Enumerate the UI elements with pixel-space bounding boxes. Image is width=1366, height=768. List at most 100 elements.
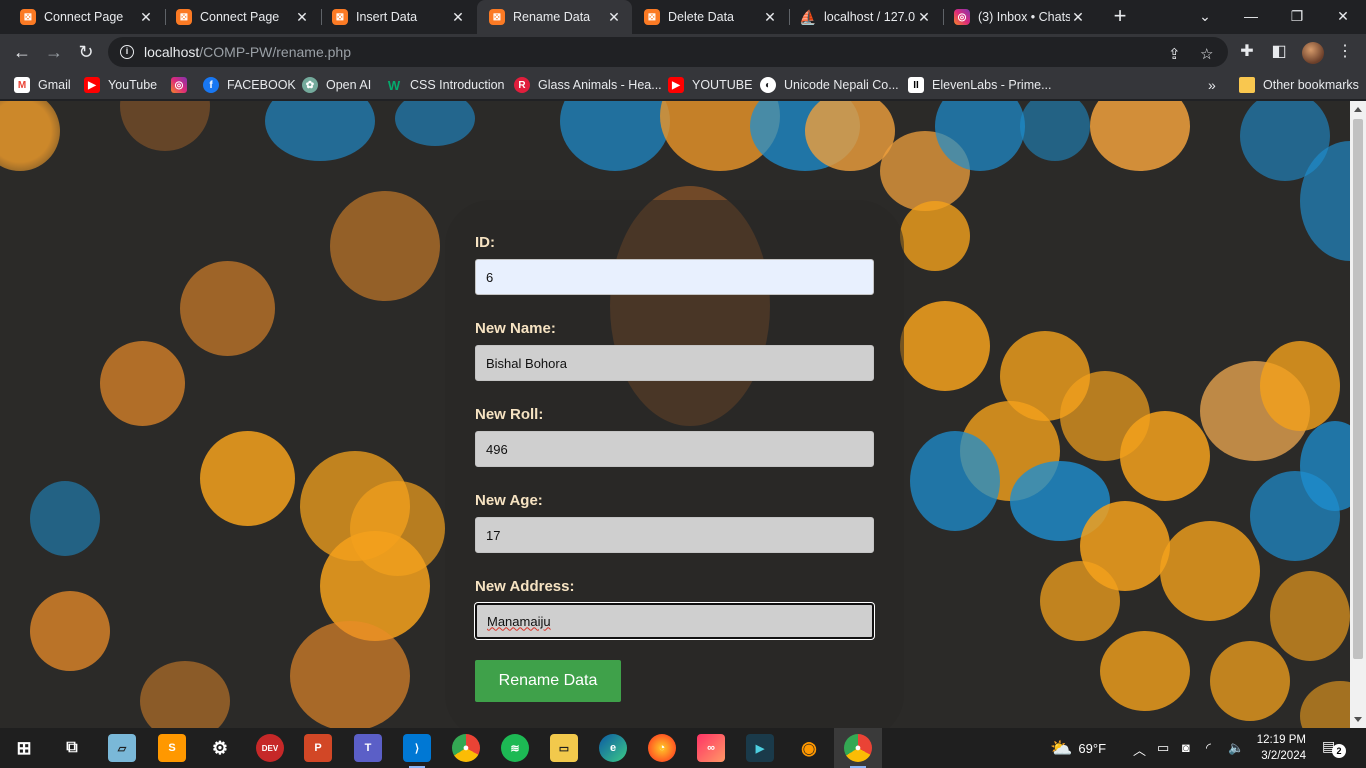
bookmark-css-introduction[interactable]: W CSS Introduction (386, 76, 505, 94)
notification-badge: 2 (1332, 744, 1346, 758)
file-explorer-icon[interactable]: ▭ (550, 734, 578, 762)
sublime-text-icon[interactable]: S (158, 734, 186, 762)
scroll-down-arrow[interactable] (1354, 717, 1362, 722)
new-address-label: New Address: (475, 578, 575, 595)
bookmarks-bar: M Gmail ▶ YouTube ◎ f FACEBOOK ✿ Open AI… (0, 70, 1366, 100)
system-clock[interactable]: 12:19 PM 3/2/2024 (1252, 732, 1306, 764)
instagram-icon: ◎ (954, 9, 970, 25)
wifi-icon[interactable]: ◜ (1206, 740, 1211, 756)
close-icon[interactable]: ✕ (606, 9, 622, 26)
bookmark-label: Other bookmarks (1263, 78, 1359, 92)
close-icon[interactable]: ✕ (916, 9, 932, 26)
extensions-icon[interactable]: ✚ (1236, 41, 1258, 63)
id-input[interactable]: 6 (475, 259, 874, 295)
close-icon[interactable]: ✕ (762, 9, 778, 26)
close-icon[interactable]: ✕ (1070, 9, 1086, 26)
dev-cpp-icon[interactable]: DEV (256, 734, 284, 762)
tab-title: Connect Page (44, 10, 124, 24)
profile-avatar[interactable] (1302, 42, 1324, 64)
page-scrollbar[interactable] (1350, 101, 1366, 728)
new-name-input[interactable]: Bishal Bohora (475, 345, 874, 381)
teams-icon[interactable]: T (354, 734, 382, 762)
close-icon[interactable]: ✕ (450, 9, 466, 26)
youtube-icon: ▶ (84, 77, 100, 93)
bookmark-facebook[interactable]: f FACEBOOK (203, 76, 296, 94)
xampp-icon: ⊠ (332, 9, 348, 25)
phpmyadmin-icon: ⛵ (799, 8, 817, 25)
menu-icon[interactable]: ⋮ (1334, 41, 1356, 63)
bookmark-youtube-2[interactable]: ▶ YOUTUBE (668, 76, 752, 94)
tab-delete-data[interactable]: ⊠ Delete Data ✕ (624, 0, 788, 34)
bookmark-gmail[interactable]: M Gmail (14, 76, 71, 94)
tab-instagram-inbox[interactable]: ◎ (3) Inbox • Chats ✕ (934, 0, 1096, 34)
bookmark-label: CSS Introduction (410, 78, 505, 92)
bookmarks-overflow-button[interactable]: » (1208, 76, 1216, 94)
powerpoint-icon[interactable]: P (304, 734, 332, 762)
notification-center-icon[interactable]: ▤ 2 (1322, 738, 1346, 758)
tab-search-button[interactable]: ⌄ (1182, 0, 1228, 34)
bookmark-star-icon[interactable]: ☆ (1200, 45, 1213, 63)
weather-widget[interactable]: ⛅ 69°F (1050, 738, 1106, 759)
webcam-icon[interactable]: ◙ (1182, 740, 1190, 755)
bookmark-openai[interactable]: ✿ Open AI (302, 76, 371, 94)
new-name-label: New Name: (475, 320, 556, 337)
bookmark-instagram[interactable]: ◎ (171, 76, 195, 94)
bookmark-unicode-nepali[interactable]: ◐ Unicode Nepali Co... (760, 76, 899, 94)
new-roll-input[interactable]: 496 (475, 431, 874, 467)
bookmark-elevenlabs[interactable]: II ElevenLabs - Prime... (908, 76, 1052, 94)
close-icon[interactable]: ✕ (138, 9, 154, 26)
notepad-icon[interactable]: ▱ (108, 734, 136, 762)
facebook-icon: f (203, 77, 219, 93)
tab-title: Rename Data (513, 10, 591, 24)
blender-icon[interactable]: ◉ (795, 734, 823, 762)
close-window-button[interactable]: ✕ (1320, 0, 1366, 34)
firefox-icon[interactable]: ◔ (648, 734, 676, 762)
creative-cloud-icon[interactable]: ∞ (697, 734, 725, 762)
new-address-input-value: Manamaiju (487, 613, 551, 629)
new-tab-button[interactable]: + (1108, 4, 1132, 30)
close-icon[interactable]: ✕ (294, 9, 310, 26)
scrollbar-thumb[interactable] (1353, 119, 1363, 659)
back-button[interactable]: ← (8, 38, 36, 66)
reload-button[interactable]: ↻ (72, 38, 100, 66)
tab-title: localhost / 127.0. (824, 10, 916, 24)
tab-insert-data[interactable]: ⊠ Insert Data ✕ (312, 0, 476, 34)
vscode-icon[interactable]: ⟩ (403, 734, 431, 768)
new-roll-input-value: 496 (486, 441, 508, 457)
battery-icon[interactable]: ▭ (1157, 740, 1169, 756)
bookmark-glass-animals[interactable]: R Glass Animals - Hea... (514, 76, 662, 94)
chrome-active-icon[interactable]: ● (844, 734, 872, 768)
minimize-button[interactable]: — (1228, 0, 1274, 34)
task-view-icon[interactable]: ⧉ (58, 734, 86, 762)
tab-rename-data[interactable]: ⊠ Rename Data ✕ (477, 0, 632, 34)
new-address-input[interactable]: Manamaiju (475, 603, 874, 639)
address-bar[interactable]: i localhost /COMP-PW/rename.php ⇪ ☆ (108, 37, 1228, 67)
site-info-icon[interactable]: i (120, 45, 134, 59)
chrome-icon[interactable]: ● (452, 734, 480, 762)
other-bookmarks-folder[interactable]: Other bookmarks (1239, 76, 1359, 94)
new-age-input[interactable]: 17 (475, 517, 874, 553)
new-age-label: New Age: (475, 492, 543, 509)
tab-strip: ⊠ Connect Page ✕ ⊠ Connect Page ✕ ⊠ Inse… (0, 0, 1366, 34)
volume-icon[interactable]: 🔈 (1228, 740, 1244, 756)
scroll-up-arrow[interactable] (1354, 107, 1362, 112)
bookmark-label: Glass Animals - Hea... (538, 78, 662, 92)
elevenlabs-icon: II (908, 77, 924, 93)
windows-start-icon[interactable]: ⊞ (10, 734, 38, 762)
tab-phpmyadmin[interactable]: ⛵ localhost / 127.0. ✕ (780, 0, 942, 34)
bookmark-label: Unicode Nepali Co... (784, 78, 899, 92)
id-label: ID: (475, 234, 495, 251)
share-icon[interactable]: ⇪ (1168, 45, 1181, 63)
spotify-icon[interactable]: ≋ (501, 734, 529, 762)
filmora-icon[interactable]: ▶ (746, 734, 774, 762)
tab-connect-page-2[interactable]: ⊠ Connect Page ✕ (156, 0, 320, 34)
restore-button[interactable]: ❐ (1274, 0, 1320, 34)
bookmark-youtube[interactable]: ▶ YouTube (84, 76, 157, 94)
show-hidden-icons-chevron[interactable]: ︿ (1133, 740, 1146, 759)
side-panel-icon[interactable]: ◧ (1268, 41, 1290, 63)
tab-connect-page-1[interactable]: ⊠ Connect Page ✕ (0, 0, 164, 34)
forward-button[interactable]: → (40, 38, 68, 66)
settings-gear-icon[interactable]: ⚙ (206, 734, 234, 762)
edge-icon[interactable]: e (599, 734, 627, 762)
rename-data-button[interactable]: Rename Data (475, 660, 621, 702)
